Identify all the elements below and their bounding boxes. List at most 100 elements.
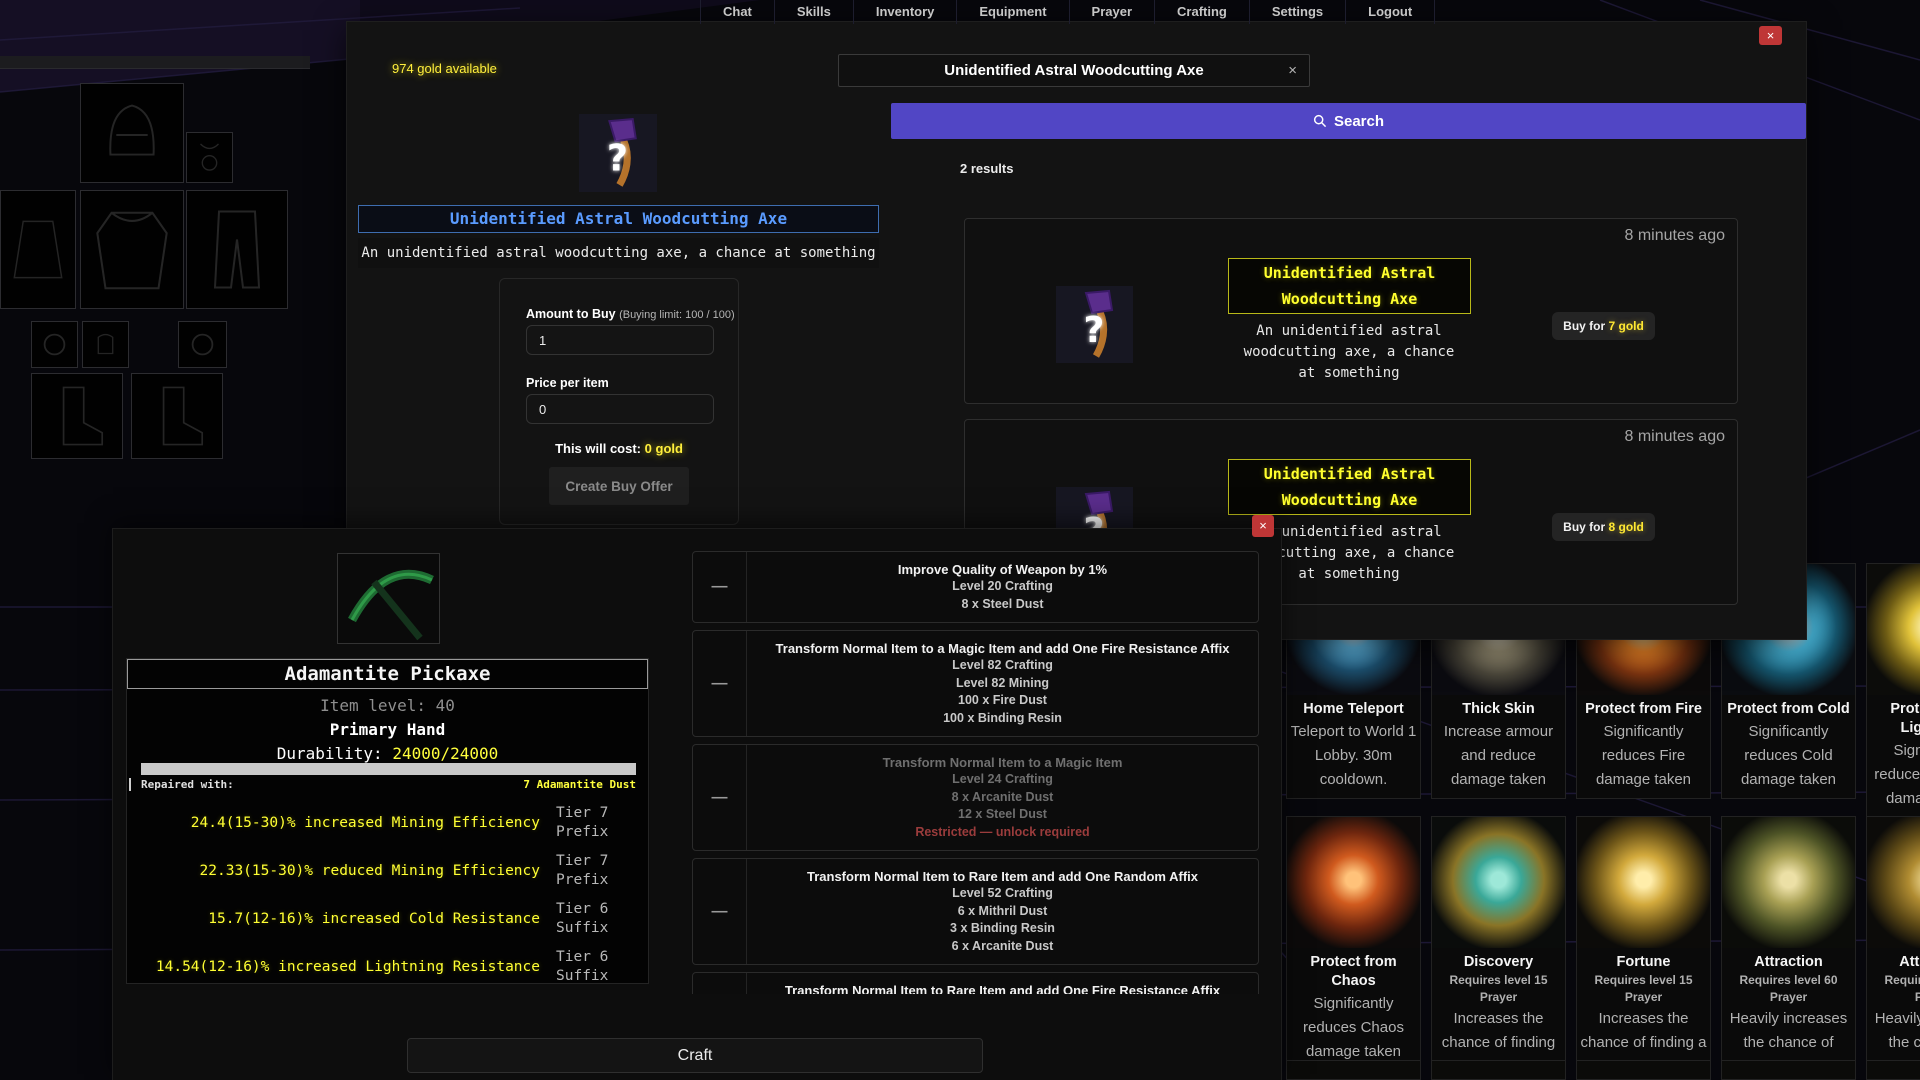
buying-limit-label: (Buying limit: 100 / 100) bbox=[619, 309, 735, 321]
recipe-improve-quality[interactable]: — Improve Quality of Weapon by 1% Level … bbox=[692, 551, 1259, 623]
equipment-slot-boots-2[interactable] bbox=[131, 373, 223, 459]
prayer-icon bbox=[1287, 1061, 1420, 1080]
attraction-icon bbox=[1722, 817, 1855, 948]
prayer-card-partial[interactable] bbox=[1576, 1060, 1711, 1080]
equipment-slot-ring-left[interactable] bbox=[31, 321, 78, 368]
close-icon[interactable]: × bbox=[1252, 515, 1274, 537]
equipment-slot-chest[interactable] bbox=[80, 190, 184, 309]
dash-icon: — bbox=[693, 745, 747, 850]
price-input[interactable] bbox=[526, 394, 714, 424]
amount-input[interactable] bbox=[526, 325, 714, 355]
prayer-desc: Teleport to World 1 Lobby. 30m cooldown. bbox=[1287, 719, 1420, 798]
affix-row: 22.33(15-30)% reduced Mining Efficiency … bbox=[127, 847, 648, 894]
search-button[interactable]: Search bbox=[891, 103, 1806, 139]
nav-item-settings[interactable]: Settings bbox=[1249, 0, 1345, 24]
equipment-slot-legs[interactable] bbox=[186, 190, 288, 309]
prayer-name: Protect from Cold bbox=[1722, 700, 1855, 719]
prayer-desc: Significantly reduces Fire damage taken bbox=[1577, 719, 1710, 798]
item-stats-panel: Adamantite Pickaxe Item level: 40 Primar… bbox=[126, 658, 649, 984]
dash-icon: — bbox=[693, 552, 747, 622]
item-name: Adamantite Pickaxe bbox=[127, 659, 648, 689]
create-buy-offer-button[interactable]: Create Buy Offer bbox=[549, 467, 689, 505]
result-item-name: Unidentified Astral Woodcutting Axe bbox=[1228, 258, 1471, 314]
cost-value: 0 gold bbox=[645, 441, 683, 456]
buy-price: 8 gold bbox=[1609, 520, 1644, 534]
prayer-desc: Significantly reduces Cold damage taken bbox=[1722, 719, 1855, 798]
equipment-slot-boots[interactable] bbox=[31, 373, 123, 459]
prayer-requirement: Requires level 60 Prayer bbox=[1867, 972, 1920, 1006]
recipe-magic-restricted[interactable]: — Transform Normal Item to a Magic Item … bbox=[692, 744, 1259, 851]
nav-item-skills[interactable]: Skills bbox=[774, 0, 853, 24]
lightning-icon bbox=[1867, 564, 1920, 695]
nav-item-chat[interactable]: Chat bbox=[700, 0, 774, 24]
prayer-card-protect-lightning[interactable]: Protect from Lightning Significantly red… bbox=[1866, 563, 1920, 818]
nav-item-inventory[interactable]: Inventory bbox=[853, 0, 957, 24]
result-item-description: An unidentified astral woodcutting axe, … bbox=[1235, 321, 1463, 384]
prayer-card-partial[interactable] bbox=[1431, 1060, 1566, 1080]
nav-item-equipment[interactable]: Equipment bbox=[956, 0, 1068, 24]
prayer-requirement: Requires level 15 Prayer bbox=[1577, 972, 1710, 1006]
buy-offer-form: Amount to Buy (Buying limit: 100 / 100) … bbox=[499, 278, 739, 525]
prayer-card-partial[interactable] bbox=[1721, 1060, 1856, 1080]
buy-button[interactable]: Buy for 8 gold bbox=[1552, 513, 1655, 541]
dash-icon: — bbox=[693, 631, 747, 736]
prayer-card-partial[interactable] bbox=[1286, 1060, 1421, 1080]
prayer-name: Home Teleport bbox=[1287, 700, 1420, 719]
prayer-icon bbox=[1867, 1061, 1920, 1080]
crafting-window: × Adamantite Pickaxe Item level: 40 Prim… bbox=[113, 529, 1281, 1080]
search-input[interactable] bbox=[839, 55, 1309, 86]
results-count: 2 results bbox=[960, 161, 1013, 176]
craft-button[interactable]: Craft bbox=[407, 1038, 983, 1073]
clear-search-icon[interactable]: × bbox=[1288, 62, 1297, 79]
recipe-rare-random-affix[interactable]: — Transform Normal Item to Rare Item and… bbox=[692, 858, 1259, 965]
unidentified-axe-icon bbox=[1056, 286, 1133, 363]
buy-price: 7 gold bbox=[1609, 319, 1644, 333]
item-slot: Primary Hand bbox=[127, 720, 648, 739]
prayer-name: Protect from Fire bbox=[1577, 700, 1710, 719]
prayer-desc: Significantly reduces Lightning damage t… bbox=[1867, 738, 1920, 817]
close-icon[interactable]: × bbox=[1759, 26, 1782, 45]
result-item-name: Unidentified Astral Woodcutting Axe bbox=[1228, 459, 1471, 515]
repaired-with-row: Repaired with: 7 Adamantite Dust bbox=[129, 778, 636, 791]
nav-item-logout[interactable]: Logout bbox=[1345, 0, 1435, 24]
item-durability: Durability: 24000/24000 bbox=[127, 744, 648, 763]
durability-bar bbox=[141, 763, 636, 775]
magnifier-icon bbox=[1313, 114, 1327, 128]
prayer-name: Thick Skin bbox=[1432, 700, 1565, 719]
equipment-slot-cape[interactable] bbox=[0, 190, 76, 309]
green-pickaxe-icon bbox=[337, 553, 440, 644]
equipment-slot-gloves[interactable] bbox=[82, 321, 129, 368]
durability-value: 24000/24000 bbox=[392, 744, 498, 763]
detail-item-name: Unidentified Astral Woodcutting Axe bbox=[358, 205, 879, 233]
prayer-name: Protect from Chaos bbox=[1287, 953, 1420, 991]
prayer-card-edge-clipped[interactable]: Attraction Requires level 60 Prayer Heav… bbox=[1866, 816, 1920, 1080]
prayer-card-discovery[interactable]: Discovery Requires level 15 Prayer Incre… bbox=[1431, 816, 1566, 1080]
recipe-list: — Improve Quality of Weapon by 1% Level … bbox=[692, 551, 1259, 994]
nav-item-crafting[interactable]: Crafting bbox=[1154, 0, 1249, 24]
equipment-slot-amulet[interactable] bbox=[186, 132, 233, 183]
recipe-rare-fire-affix[interactable]: — Transform Normal Item to Rare Item and… bbox=[692, 972, 1259, 994]
item-level: Item level: 40 bbox=[127, 696, 648, 715]
prayer-card-partial[interactable] bbox=[1866, 1060, 1920, 1080]
dash-icon: — bbox=[693, 859, 747, 964]
prayer-card-protect-chaos[interactable]: Protect from Chaos Significantly reduces… bbox=[1286, 816, 1421, 1071]
chaos-icon bbox=[1287, 817, 1420, 948]
market-search-box: × bbox=[838, 54, 1310, 87]
prayer-name: Protect from Lightning bbox=[1867, 700, 1920, 738]
search-button-label: Search bbox=[1334, 113, 1384, 130]
recipe-magic-fire-affix[interactable]: — Transform Normal Item to a Magic Item … bbox=[692, 630, 1259, 737]
equipment-slot-ring-right[interactable] bbox=[178, 321, 227, 368]
equipment-slot-helmet[interactable] bbox=[80, 83, 184, 183]
market-result-card[interactable]: 8 minutes ago Unidentified Astral Woodcu… bbox=[964, 218, 1738, 404]
prayer-card-fortune[interactable]: Fortune Requires level 15 Prayer Increas… bbox=[1576, 816, 1711, 1080]
cost-line: This will cost: 0 gold bbox=[500, 441, 738, 456]
affix-row: 24.4(15-30)% increased Mining Efficiency… bbox=[127, 799, 648, 846]
prayer-desc: Increase armour and reduce damage taken bbox=[1432, 719, 1565, 798]
affix-row: 15.7(12-16)% increased Cold Resistance T… bbox=[127, 895, 648, 942]
buy-button[interactable]: Buy for 7 gold bbox=[1552, 312, 1655, 340]
detail-item-description: An unidentified astral woodcutting axe, … bbox=[358, 238, 879, 268]
prayer-card-attraction[interactable]: Attraction Requires level 60 Prayer Heav… bbox=[1721, 816, 1856, 1080]
top-nav: Chat Skills Inventory Equipment Prayer C… bbox=[700, 0, 1435, 24]
nav-item-prayer[interactable]: Prayer bbox=[1069, 0, 1154, 24]
price-label: Price per item bbox=[526, 376, 609, 390]
